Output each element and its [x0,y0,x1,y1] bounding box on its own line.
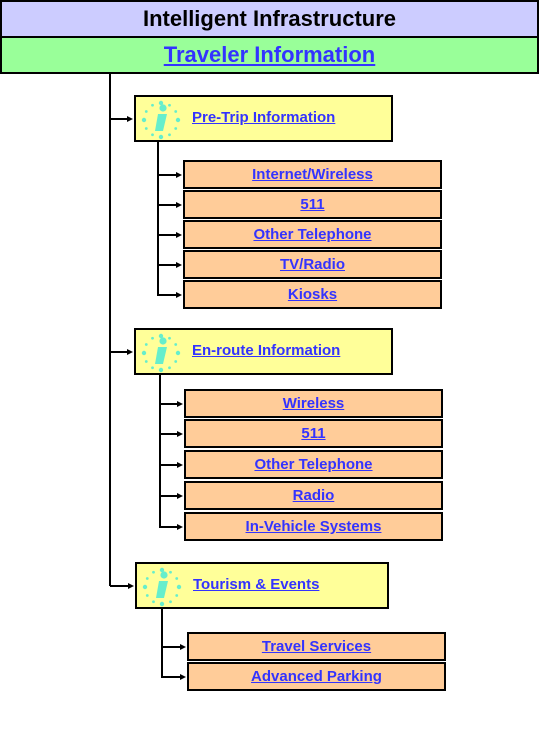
category-box[interactable]: Pre-Trip Information [134,95,393,142]
arrow-icon [127,349,133,355]
item-link[interactable]: 511 [301,425,325,442]
branch-line [110,585,129,587]
category-link[interactable]: En-route Information [192,342,340,359]
item-link[interactable]: In-Vehicle Systems [246,518,382,535]
item-branch-line [157,264,177,266]
item-box[interactable]: Internet/Wireless [183,160,442,189]
branch-line [110,351,128,353]
item-branch-line [161,646,181,648]
item-box[interactable]: Other Telephone [184,450,443,479]
page-title: Intelligent Infrastructure [0,0,539,38]
sub-connector-line [159,375,161,528]
branch-line [110,118,128,120]
item-branch-line [161,676,181,678]
arrow-icon [176,202,182,208]
arrow-icon [176,262,182,268]
arrow-icon [177,401,183,407]
arrow-icon [176,292,182,298]
item-link[interactable]: 511 [300,196,324,213]
item-box[interactable]: In-Vehicle Systems [184,512,443,541]
item-branch-line [157,204,177,206]
sub-connector-line [161,609,163,678]
main-connector-line [109,73,111,586]
info-icon-graphic [141,100,181,140]
item-branch-line [159,403,178,405]
arrow-icon [177,524,183,530]
arrow-icon [180,644,186,650]
item-link[interactable]: Travel Services [262,638,371,655]
item-link[interactable]: Advanced Parking [251,668,382,685]
info-icon-graphic [142,567,182,607]
arrow-icon [176,172,182,178]
item-branch-line [157,234,177,236]
arrow-icon [176,232,182,238]
arrow-icon [177,493,183,499]
info-icon-graphic [141,333,181,373]
item-branch-line [159,433,178,435]
info-icon [142,567,182,607]
category-box[interactable]: Tourism & Events [135,562,389,609]
item-box[interactable]: Advanced Parking [187,662,446,691]
item-link[interactable]: Internet/Wireless [252,166,373,183]
item-link[interactable]: Wireless [283,395,345,412]
info-icon [141,100,181,140]
item-branch-line [157,174,177,176]
category-box[interactable]: En-route Information [134,328,393,375]
arrow-icon [177,431,183,437]
item-box[interactable]: Wireless [184,389,443,418]
item-box[interactable]: 511 [184,419,443,448]
item-link[interactable]: Kiosks [288,286,337,303]
item-box[interactable]: Kiosks [183,280,442,309]
item-box[interactable]: Other Telephone [183,220,442,249]
item-box[interactable]: TV/Radio [183,250,442,279]
category-link[interactable]: Pre-Trip Information [192,109,335,126]
info-icon [141,333,181,373]
sub-connector-line [157,142,159,296]
item-link[interactable]: Radio [293,487,335,504]
item-branch-line [159,495,178,497]
traveler-information-link[interactable]: Traveler Information [164,42,376,67]
item-box[interactable]: Travel Services [187,632,446,661]
item-link[interactable]: TV/Radio [280,256,345,273]
item-branch-line [157,294,177,296]
arrow-icon [180,674,186,680]
arrow-icon [127,116,133,122]
item-branch-line [159,464,178,466]
item-box[interactable]: Radio [184,481,443,510]
item-link[interactable]: Other Telephone [254,456,372,473]
section-header: Traveler Information [0,36,539,74]
arrow-icon [177,462,183,468]
category-link[interactable]: Tourism & Events [193,576,319,593]
item-box[interactable]: 511 [183,190,442,219]
item-link[interactable]: Other Telephone [253,226,371,243]
item-branch-line [159,526,178,528]
arrow-icon [128,583,134,589]
